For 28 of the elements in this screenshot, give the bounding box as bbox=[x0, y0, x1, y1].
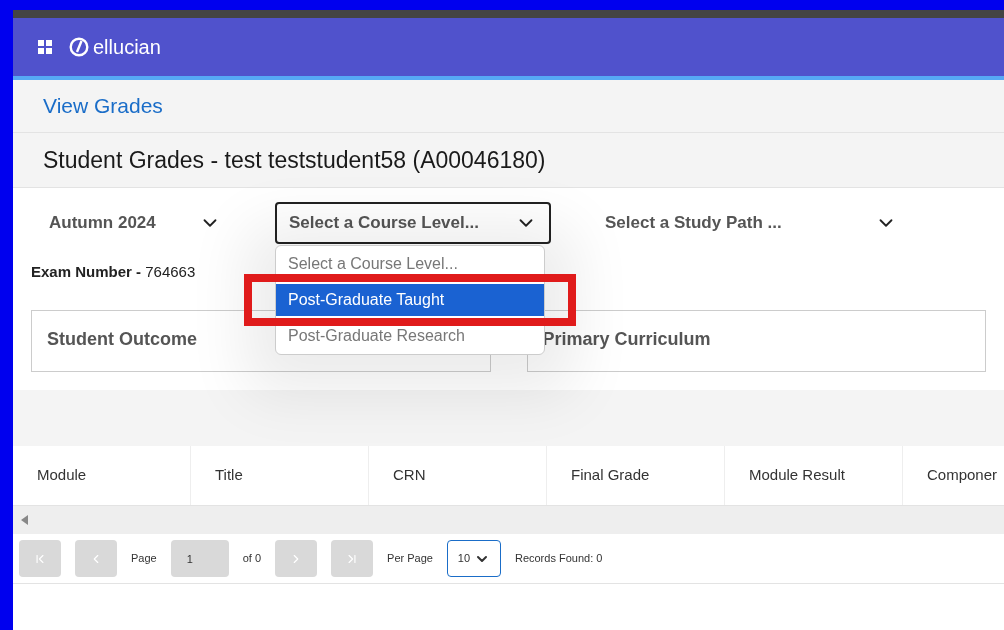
dropdown-option[interactable]: Post-Graduate Research bbox=[276, 320, 544, 352]
filter-select[interactable]: Select a Course Level... bbox=[275, 202, 551, 244]
column-header[interactable]: Title bbox=[191, 446, 369, 505]
scroll-left-icon[interactable] bbox=[21, 515, 29, 525]
card-title: Student Outcome bbox=[47, 329, 197, 349]
grid-icon[interactable] bbox=[37, 39, 53, 55]
filter-select[interactable]: Autumn 2024 bbox=[35, 202, 235, 244]
per-page-label: Per Page bbox=[387, 551, 433, 567]
page-label: Page bbox=[131, 551, 157, 567]
page-count: of 0 bbox=[242, 551, 262, 567]
logo-icon bbox=[69, 37, 89, 57]
column-header[interactable]: Componer bbox=[903, 446, 1004, 505]
page-field[interactable]: 1 bbox=[170, 540, 229, 577]
brand-name: ellucian bbox=[93, 35, 161, 60]
page-title: Student Grades - test teststudent58 (A00046180) bbox=[43, 145, 547, 175]
exam-number: Exam Number - 764663 bbox=[31, 263, 196, 280]
column-header[interactable]: Module Result bbox=[725, 446, 903, 505]
per-page-select[interactable]: 10 bbox=[446, 540, 501, 577]
column-header[interactable]: CRN bbox=[369, 446, 547, 505]
breadcrumb-link[interactable]: View Grades bbox=[43, 94, 163, 117]
card-title: Primary Curriculum bbox=[542, 329, 711, 349]
column-header[interactable]: Module bbox=[13, 446, 191, 505]
filter-select[interactable]: Select a Study Path ... bbox=[591, 202, 911, 244]
dropdown-option[interactable]: Post-Graduate Taught bbox=[276, 284, 544, 316]
column-header[interactable]: Final Grade bbox=[547, 446, 725, 505]
records-found: Records Found: 0 bbox=[514, 551, 603, 567]
horizontal-scrollbar[interactable] bbox=[13, 506, 1004, 534]
dropdown-option[interactable]: Select a Course Level... bbox=[276, 248, 544, 280]
